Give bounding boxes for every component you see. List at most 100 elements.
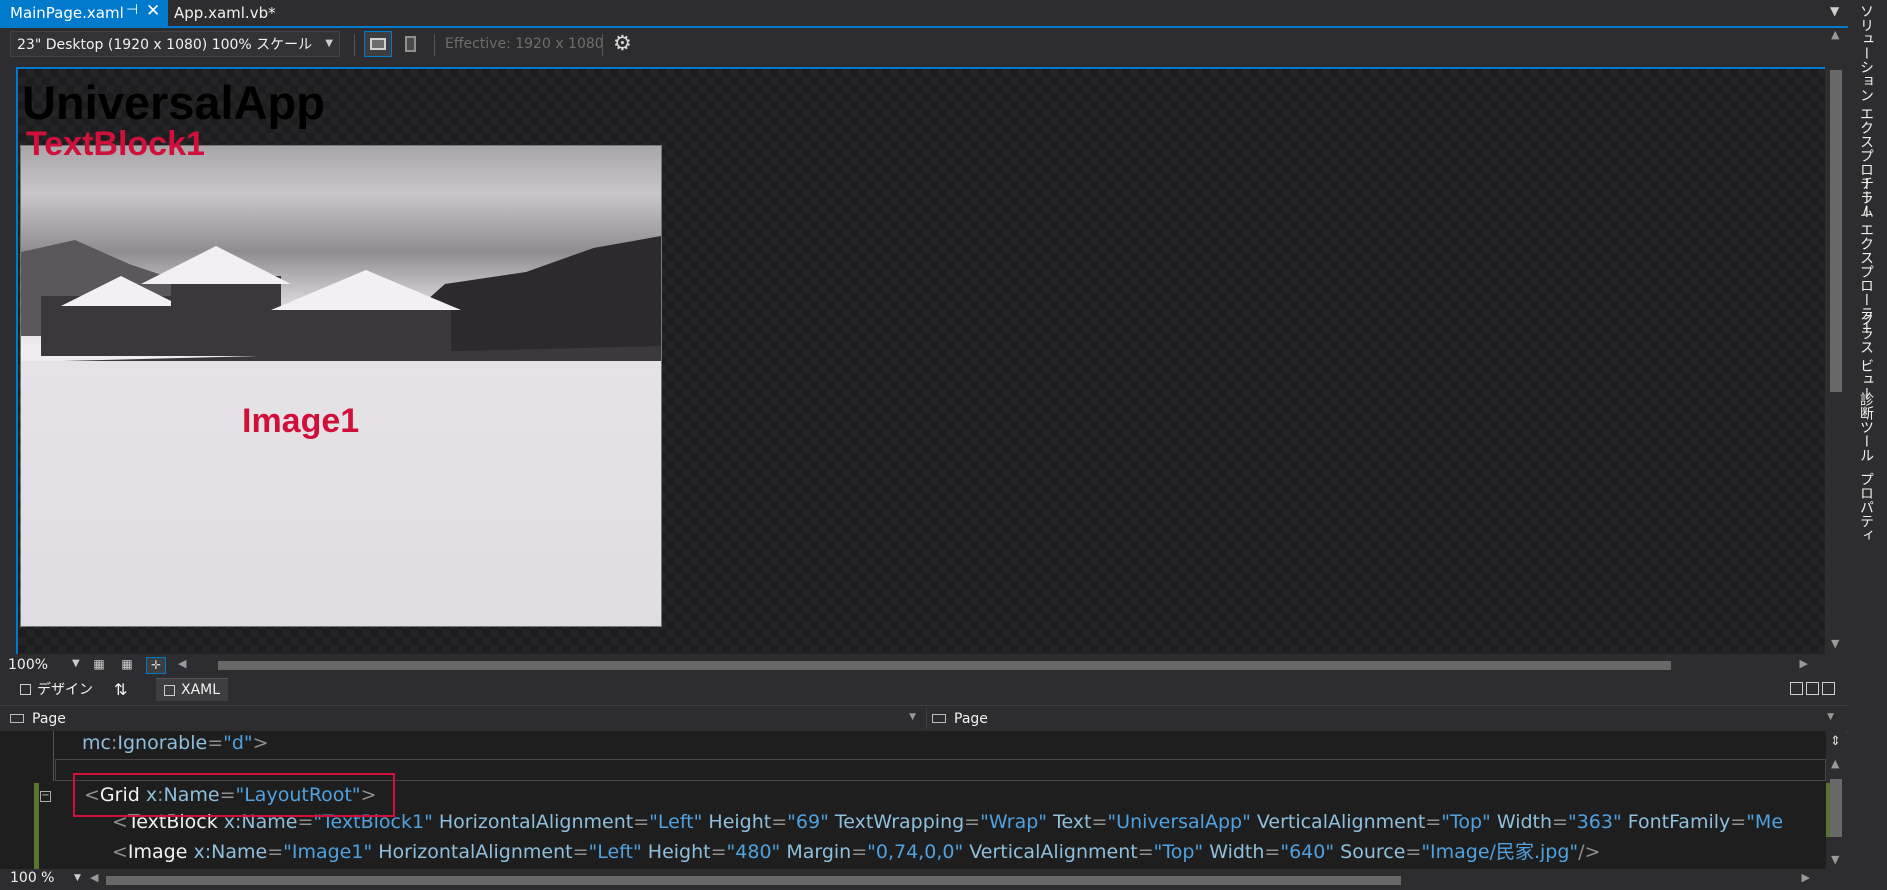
dock-diagnostic-tools[interactable]: 診断ツール — [1856, 392, 1876, 462]
toolbar-separator — [602, 34, 603, 56]
code-token: "Top" — [1441, 811, 1491, 833]
scroll-left-icon[interactable]: ◀ — [178, 657, 186, 670]
design-vertical-scrollbar[interactable]: ▲ ▼ — [1826, 28, 1846, 654]
design-zoom-dropdown[interactable]: 100% ▼ — [8, 656, 82, 674]
code-token: "69" — [787, 811, 829, 833]
code-token: "Image/民家.jpg" — [1421, 841, 1579, 863]
tab-design[interactable]: デザイン — [20, 678, 93, 700]
scrollbar-thumb[interactable] — [1830, 70, 1842, 392]
code-token: Width — [1203, 841, 1265, 863]
element-icon — [10, 714, 24, 723]
horizontal-split-icon[interactable] — [1806, 682, 1819, 695]
code-token: "Image1" — [283, 841, 373, 863]
scroll-right-icon[interactable]: ▶ — [1800, 657, 1808, 670]
photo-roof — [271, 270, 461, 310]
scroll-up-icon[interactable]: ▲ — [1831, 757, 1839, 770]
chevron-down-icon[interactable]: ▼ — [74, 873, 81, 883]
code-token: Margin — [780, 841, 852, 863]
tab-design-label: デザイン — [37, 682, 93, 698]
code-token: Text — [1047, 811, 1092, 833]
scrollbar-thumb[interactable] — [1830, 779, 1842, 837]
tab-label: MainPage.xaml — [10, 4, 124, 22]
scrollbar-thumb[interactable] — [218, 661, 1671, 670]
code-token: "Left" — [588, 841, 642, 863]
nav-divider — [926, 708, 927, 729]
editor-vertical-scrollbar[interactable]: ⇕ ▲ ▼ — [1826, 731, 1846, 869]
editor-zoom-dropdown[interactable]: 100 % — [10, 870, 54, 886]
snap-grid-icon[interactable]: ▦ — [118, 657, 136, 672]
tab-xaml[interactable]: XAML — [156, 678, 229, 701]
design-surface[interactable]: UniversalApp TextBlock1 Image1 — [16, 67, 1825, 654]
chevron-down-icon: ▼ — [325, 38, 333, 49]
element-dropdown-left[interactable]: Page ▼ — [10, 708, 922, 729]
swap-panes-button[interactable]: ⇅ — [114, 678, 127, 700]
scroll-up-icon[interactable]: ▲ — [1831, 28, 1839, 41]
code-token: Height — [641, 841, 711, 863]
close-icon[interactable]: ✕ — [146, 1, 160, 21]
effective-resolution: Effective: 1920 x 1080 — [445, 36, 604, 52]
universalapp-textblock[interactable]: UniversalApp — [22, 75, 325, 130]
device-dropdown[interactable]: 23" Desktop (1920 x 1080) 100% スケール ▼ — [10, 31, 340, 57]
gear-icon[interactable]: ⚙ — [613, 31, 632, 55]
code-token: Ignorable — [117, 732, 208, 754]
swap-icon: ⇅ — [114, 679, 128, 699]
chevron-down-icon: ▼ — [1827, 712, 1834, 722]
device-dropdown-value: 23" Desktop (1920 x 1080) 100% スケール — [17, 37, 313, 53]
photo-roof — [141, 246, 291, 284]
scroll-right-icon[interactable]: ▶ — [1802, 871, 1810, 884]
snap-lines-icon[interactable]: ✛ — [146, 657, 166, 674]
code-line-image[interactable]: <Image x:Name="Image1" HorizontalAlignme… — [112, 837, 1600, 864]
portrait-orientation-button[interactable] — [396, 31, 424, 57]
code-token: VerticalAlignment — [1250, 811, 1426, 833]
change-marker — [34, 783, 39, 869]
split-handle-icon[interactable]: ⇕ — [1830, 734, 1841, 749]
tab-mainpage-xaml[interactable]: MainPage.xaml ⊣ ✕ — [0, 0, 168, 26]
code-token: "640" — [1280, 841, 1335, 863]
tab-overflow-icon[interactable]: ▼ — [1830, 4, 1839, 18]
code-token: /> — [1578, 841, 1601, 863]
tab-xaml-label: XAML — [181, 682, 221, 698]
design-image-preview[interactable] — [20, 145, 662, 627]
grid-icon[interactable]: ▦ — [90, 657, 108, 672]
code-token: mc — [82, 732, 111, 754]
xaml-code-editor[interactable]: − mc:Ignorable="d"> <Grid x:Name="Layout… — [0, 731, 1826, 869]
dock-team-explorer[interactable]: チーム エクスプローラー — [1856, 176, 1876, 334]
tab-app-xaml-vb[interactable]: App.xaml.vb* — [170, 0, 280, 26]
code-token: Source — [1334, 841, 1406, 863]
code-token: Width — [1490, 811, 1553, 833]
editor-horizontal-scrollbar[interactable]: ◀ ▶ — [90, 871, 1810, 886]
code-token: "d" — [223, 732, 253, 754]
code-token: > — [252, 732, 269, 754]
code-token: TextWrapping — [828, 811, 965, 833]
scroll-left-icon[interactable]: ◀ — [90, 871, 98, 884]
landscape-orientation-button[interactable] — [364, 31, 392, 57]
scroll-down-icon[interactable]: ▼ — [1831, 853, 1839, 866]
scroll-down-icon[interactable]: ▼ — [1831, 637, 1839, 650]
code-token: FontFamily — [1621, 811, 1731, 833]
toolbar-separator — [434, 34, 435, 56]
scrollbar-thumb[interactable] — [106, 876, 1401, 885]
portrait-icon — [404, 36, 416, 52]
design-icon — [20, 683, 31, 695]
pin-icon[interactable]: ⊣ — [126, 2, 138, 18]
grid-highlight-annotation — [73, 773, 395, 817]
collapse-icon[interactable]: − — [40, 791, 51, 802]
design-toolbar: 23" Desktop (1920 x 1080) 100% スケール ▼ Ef… — [0, 28, 1848, 62]
dock-class-view[interactable]: クラス ビュー — [1856, 312, 1876, 400]
collapse-pane-icon[interactable] — [1822, 682, 1835, 695]
split-view-bar: デザイン ⇅ XAML — [0, 676, 1848, 702]
chevron-down-icon: ▼ — [72, 658, 80, 669]
code-line-ignorable[interactable]: mc:Ignorable="d"> — [82, 732, 269, 754]
landscape-icon — [370, 38, 386, 50]
code-token: "0,74,0,0" — [867, 841, 964, 863]
element-icon — [932, 714, 946, 723]
outline-guide — [53, 731, 54, 781]
element-dropdown-value: Page — [954, 710, 988, 727]
code-token: "Wrap" — [980, 811, 1048, 833]
design-horizontal-scrollbar[interactable]: ◀ ▶ — [178, 657, 1808, 672]
vertical-split-icon[interactable] — [1790, 682, 1803, 695]
code-token: VerticalAlignment — [963, 841, 1138, 863]
right-dock: ソリューション エクスプローラー チーム エクスプローラー クラス ビュー 診断… — [1848, 0, 1887, 890]
dock-properties[interactable]: プロパティ — [1856, 472, 1876, 542]
element-dropdown-right[interactable]: Page ▼ — [932, 708, 1840, 729]
